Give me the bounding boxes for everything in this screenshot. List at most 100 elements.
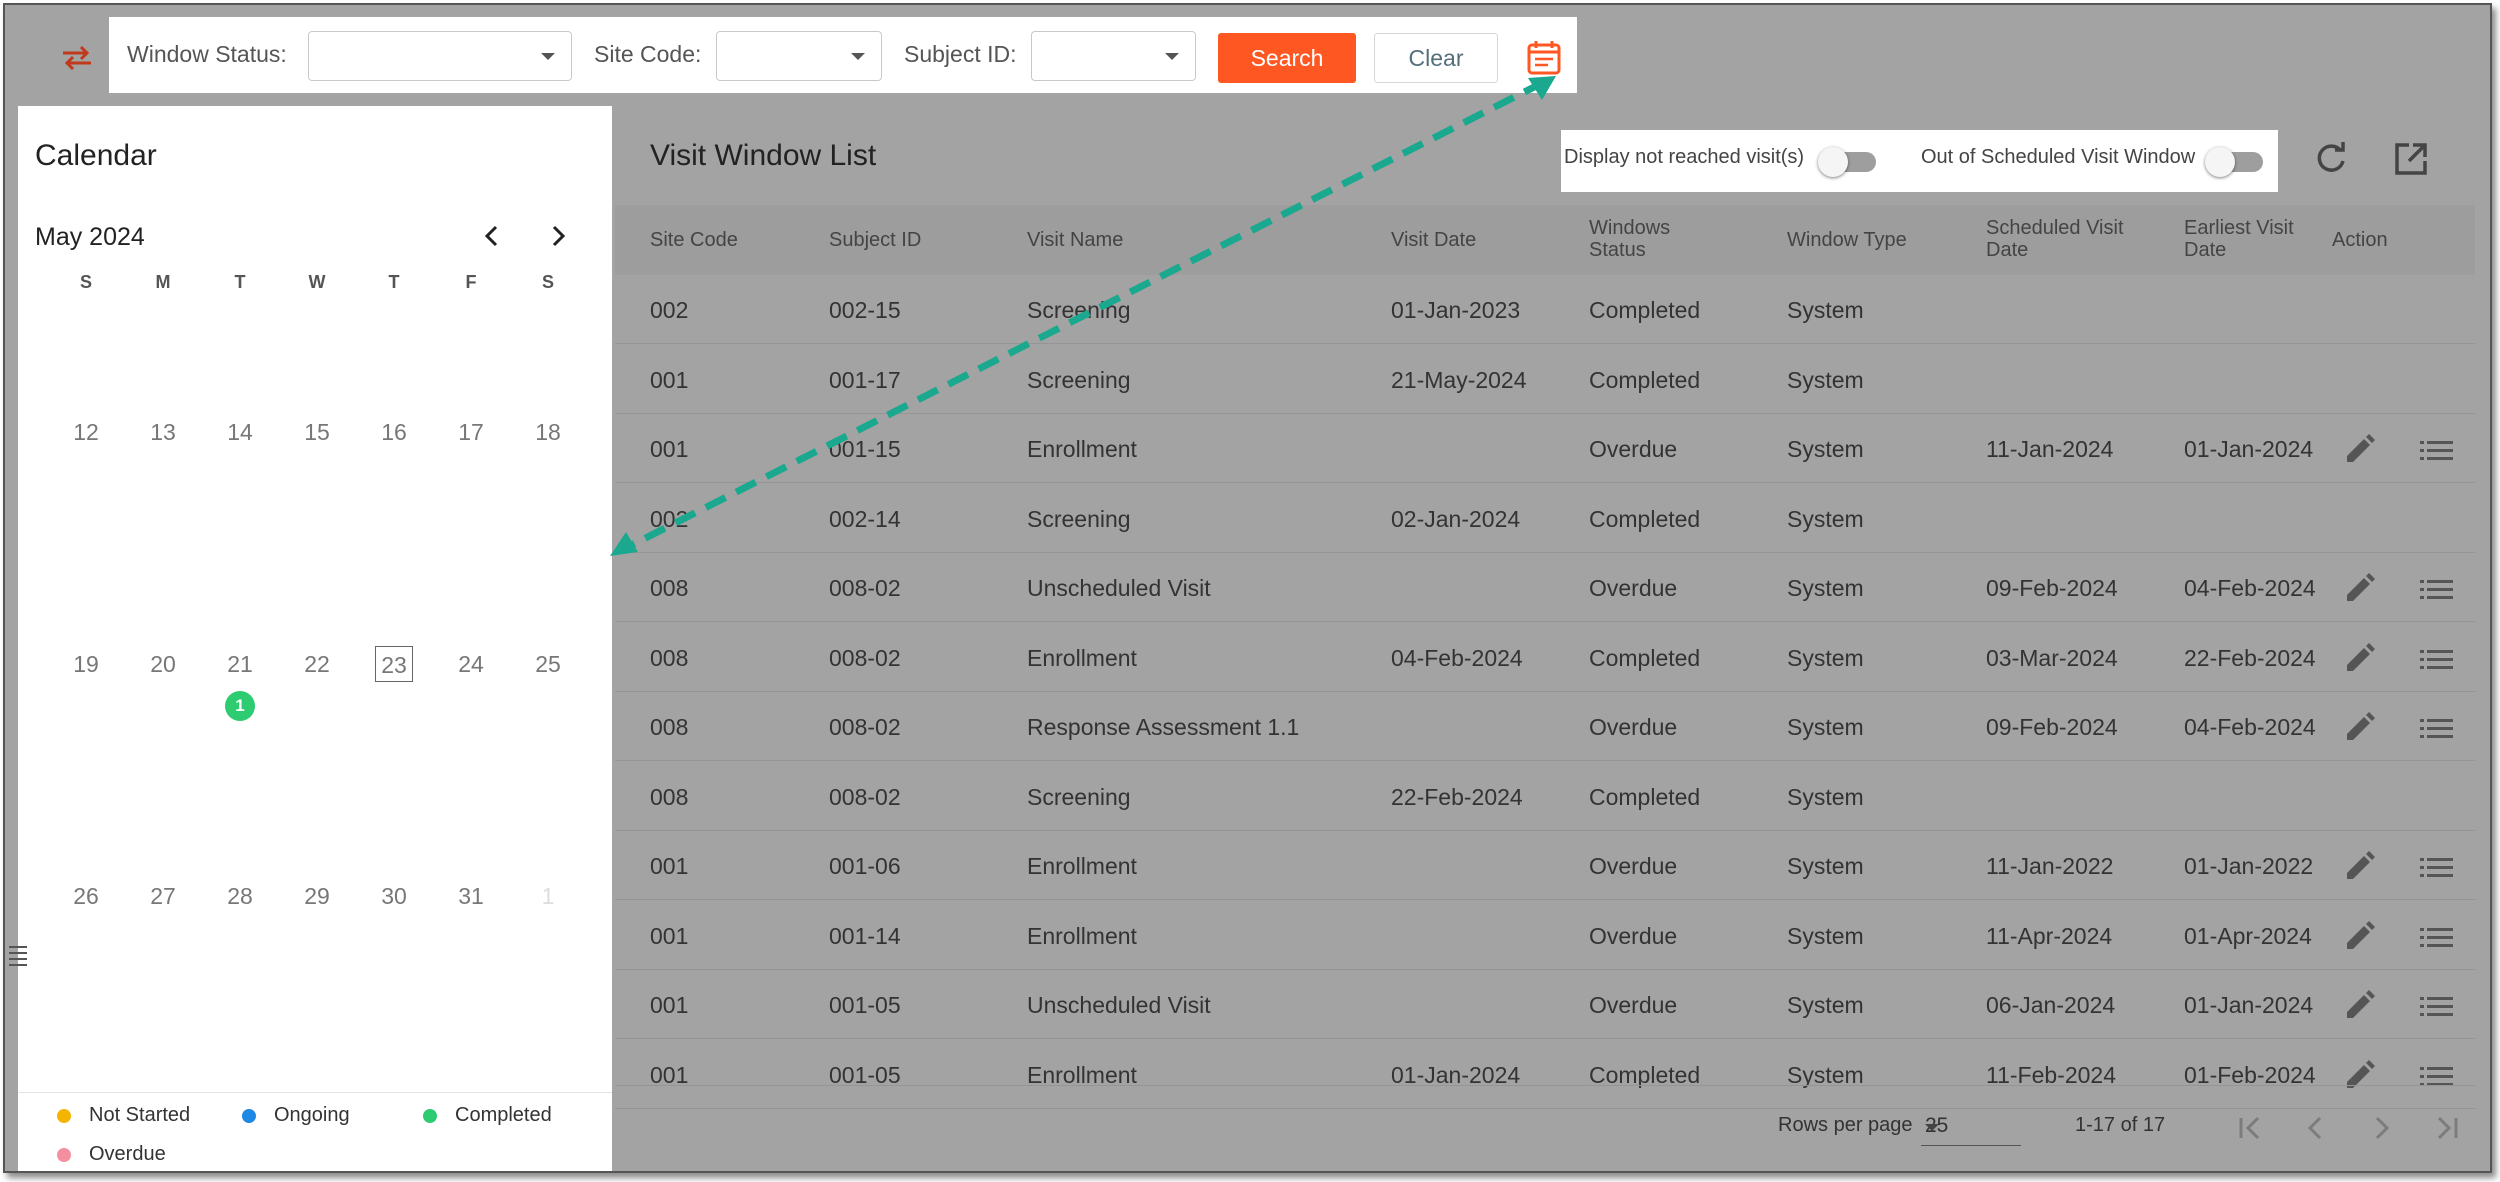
calendar-day[interactable]: 21 — [215, 646, 265, 682]
pencil-icon[interactable] — [2341, 710, 2377, 746]
site-code-select[interactable] — [716, 31, 882, 81]
list-icon[interactable] — [2417, 988, 2455, 1024]
pencil-icon[interactable] — [2341, 571, 2377, 607]
legend-overdue: Overdue — [89, 1143, 166, 1165]
cell-visit-name: Unscheduled Visit — [1027, 992, 1211, 1018]
open-in-new-icon[interactable] — [2391, 139, 2431, 179]
column-header-visit-name[interactable]: Visit Name — [1027, 229, 1123, 251]
window-status-select[interactable] — [308, 31, 572, 81]
rows-per-page-select[interactable]: 25 — [1921, 1106, 2021, 1146]
swap-arrows-icon[interactable] — [57, 41, 97, 75]
table-row[interactable]: 001 001-15 Enrollment Overdue System 11-Jan-2… — [615, 414, 2475, 483]
pencil-icon[interactable] — [2341, 641, 2377, 677]
cell-window-type: System — [1787, 366, 1864, 393]
pencil-icon[interactable] — [2341, 988, 2377, 1024]
toggle-knob — [1818, 147, 1848, 177]
calendar-day[interactable]: 25 — [523, 646, 573, 682]
pencil-icon[interactable] — [2341, 432, 2377, 468]
chevron-left-icon[interactable] — [474, 218, 510, 254]
calendar-icon[interactable] — [1523, 37, 1565, 79]
column-header-window-type[interactable]: Window Type — [1787, 229, 1907, 251]
table-row[interactable]: 001 001-05 Unscheduled Visit Overdue System 0… — [615, 970, 2475, 1039]
calendar-day[interactable]: 28 — [215, 878, 265, 914]
table-row[interactable]: 008 008-02 Enrollment 04-Feb-2024 Completed S… — [615, 623, 2475, 692]
column-header-scheduled-visit-date[interactable]: Scheduled Visit Date — [1986, 217, 2124, 261]
cell-scheduled-date: 09-Feb-2024 — [1986, 575, 2118, 601]
chevron-down-icon — [1925, 1124, 1939, 1131]
cell-subject-id: 001-14 — [829, 922, 901, 949]
table-row[interactable]: 008 008-02 Response Assessment 1.1 Overdue S… — [615, 692, 2475, 761]
cell-subject-id: 001-17 — [829, 366, 901, 393]
cell-scheduled-date: 09-Feb-2024 — [1986, 714, 2118, 740]
pencil-icon[interactable] — [2341, 849, 2377, 885]
column-header-text: Scheduled Visit — [1986, 217, 2124, 239]
list-icon[interactable] — [2417, 641, 2455, 677]
column-header-windows-status[interactable]: Windows Status — [1589, 217, 1670, 261]
calendar-day[interactable]: 18 — [523, 414, 573, 450]
list-icon[interactable] — [2417, 710, 2455, 746]
table-row[interactable]: 001 001-17 Screening 21-May-2024 Completed Sy… — [615, 345, 2475, 414]
calendar-day[interactable]: 27 — [138, 878, 188, 914]
cell-site-code: 002 — [650, 297, 689, 323]
calendar-day-next-month[interactable]: 1 — [523, 878, 573, 914]
next-page-icon[interactable] — [2361, 1108, 2401, 1148]
search-button[interactable]: Search — [1218, 33, 1356, 83]
first-page-icon[interactable] — [2230, 1108, 2270, 1148]
calendar-day[interactable]: 17 — [446, 414, 496, 450]
calendar-day[interactable]: 15 — [292, 414, 342, 450]
previous-page-icon[interactable] — [2296, 1108, 2336, 1148]
legend-completed: Completed — [455, 1104, 552, 1126]
column-header-action: Action — [2332, 229, 2388, 251]
cell-earliest-date: 04-Feb-2024 — [2184, 714, 2316, 740]
cell-earliest-date: 01-Jan-2024 — [2184, 436, 2314, 462]
out-of-window-toggle[interactable] — [2205, 145, 2265, 177]
clear-button[interactable]: Clear — [1374, 33, 1498, 83]
event-count-badge[interactable]: 1 — [225, 691, 255, 721]
column-header-subject-id[interactable]: Subject ID — [829, 229, 921, 251]
pencil-icon[interactable] — [2341, 919, 2377, 955]
cell-visit-name: Enrollment — [1027, 922, 1137, 949]
cell-subject-id: 008-02 — [829, 575, 901, 601]
calendar-day[interactable]: 13 — [138, 414, 188, 450]
calendar-day[interactable]: 19 — [61, 646, 111, 682]
list-icon[interactable] — [2417, 432, 2455, 468]
table-row[interactable]: 008 008-02 Unscheduled Visit Overdue System 0… — [615, 553, 2475, 622]
calendar-day[interactable]: 30 — [369, 878, 419, 914]
calendar-day[interactable]: 14 — [215, 414, 265, 450]
calendar-day[interactable]: 16 — [369, 414, 419, 450]
cell-window-type: System — [1787, 922, 1864, 949]
column-header-site-code[interactable]: Site Code — [650, 229, 738, 251]
calendar-day[interactable]: 29 — [292, 878, 342, 914]
column-header-visit-date[interactable]: Visit Date — [1391, 229, 1476, 251]
cell-site-code: 001 — [650, 366, 689, 393]
cell-site-code: 008 — [650, 714, 689, 740]
chevron-right-icon[interactable] — [540, 218, 576, 254]
not-reached-toggle[interactable] — [1818, 145, 1878, 177]
last-page-icon[interactable] — [2427, 1108, 2467, 1148]
cell-earliest-date: 01-Apr-2024 — [2184, 922, 2312, 949]
calendar-day[interactable]: 26 — [61, 878, 111, 914]
column-header-earliest-visit-date[interactable]: Earliest Visit Date — [2184, 217, 2294, 261]
table-row[interactable]: 002 002-14 Screening 02-Jan-2024 Completed Sy… — [615, 484, 2475, 553]
calendar-title: Calendar — [35, 139, 157, 172]
cell-window-type: System — [1787, 575, 1864, 601]
cell-visit-date: 22-Feb-2024 — [1391, 783, 1523, 810]
calendar-day[interactable]: 22 — [292, 646, 342, 682]
table-row[interactable]: 002 002-15 Screening 01-Jan-2023 Completed Sy… — [615, 275, 2475, 344]
calendar-day[interactable]: 24 — [446, 646, 496, 682]
list-icon[interactable] — [2417, 919, 2455, 955]
table-row[interactable]: 008 008-02 Screening 22-Feb-2024 Completed Sy… — [615, 762, 2475, 831]
list-icon[interactable] — [7, 943, 29, 971]
table-row[interactable]: 001 001-14 Enrollment Overdue System 11-Apr-2… — [615, 901, 2475, 970]
calendar-day-today[interactable]: 23 — [375, 646, 413, 682]
list-icon[interactable] — [2417, 849, 2455, 885]
calendar-day[interactable]: 20 — [138, 646, 188, 682]
list-icon[interactable] — [2417, 571, 2455, 607]
refresh-icon[interactable] — [2311, 139, 2351, 179]
cell-windows-status: Completed — [1589, 505, 1701, 532]
not-reached-toggle-label: Display not reached visit(s) — [1564, 146, 1805, 168]
calendar-day[interactable]: 12 — [61, 414, 111, 450]
table-row[interactable]: 001 001-06 Enrollment Overdue System 11-Jan-2… — [615, 831, 2475, 900]
subject-id-select[interactable] — [1031, 31, 1196, 81]
calendar-day[interactable]: 31 — [446, 878, 496, 914]
